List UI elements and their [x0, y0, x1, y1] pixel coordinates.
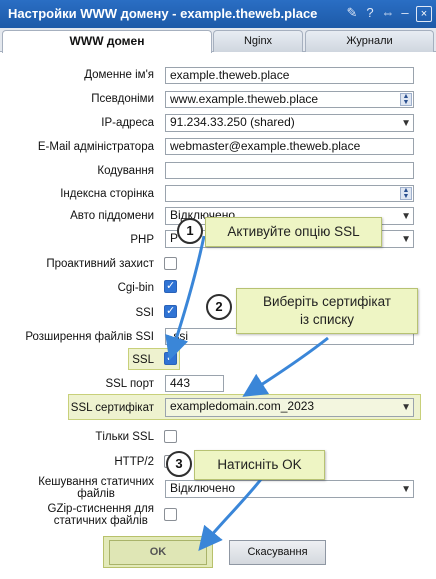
step-2-badge: 2: [206, 294, 232, 320]
callout-2-line1: Виберіть сертифікат: [262, 294, 391, 309]
step-1-badge: 1: [177, 218, 203, 244]
callout-2: Виберіть сертифікат із списку: [236, 288, 418, 334]
callout-3-text: Натисніть OK: [217, 457, 302, 472]
step-3-badge: 3: [166, 451, 192, 477]
arrow-to-ssl-cert: [242, 336, 329, 397]
arrow-to-ssl: [165, 235, 206, 361]
callout-2-line2: із списку: [299, 312, 355, 327]
callout-3: Натисніть OK: [194, 450, 325, 480]
callout-1-text: Активуйте опцію SSL: [227, 224, 360, 239]
callout-1: Активуйте опцію SSL: [205, 217, 382, 247]
arrow-to-ok: [198, 477, 264, 551]
